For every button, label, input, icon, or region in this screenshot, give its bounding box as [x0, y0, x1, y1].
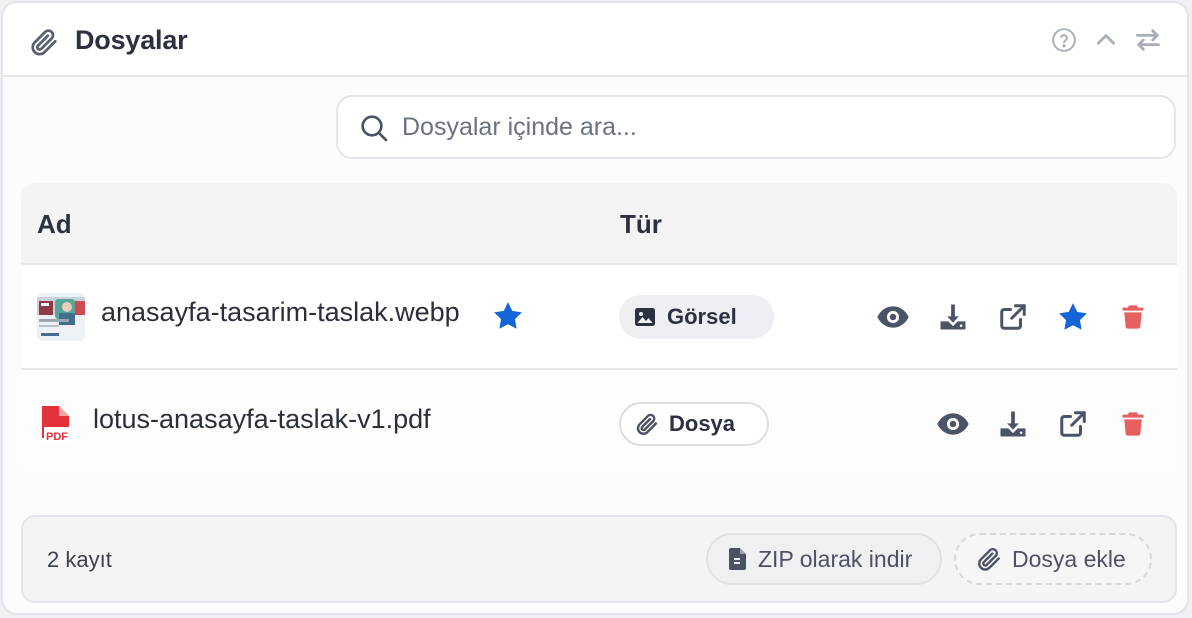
delete-button[interactable] [1115, 406, 1151, 442]
file-thumbnail [37, 293, 85, 341]
record-count: 2 kayıt [47, 547, 112, 572]
panel-footer: 2 kayıt ZIP olarak indir Dosya ekle [21, 515, 1177, 603]
delete-button[interactable] [1115, 299, 1151, 335]
view-button[interactable] [935, 406, 971, 442]
help-button[interactable] [1049, 25, 1079, 55]
image-icon [635, 308, 655, 326]
type-badge-image: Görsel [619, 295, 774, 339]
paperclip-icon [31, 29, 57, 56]
favorite-button[interactable] [1055, 299, 1091, 335]
table-row[interactable]: PDF lotus-anasayfa-taslak-v1.pdf Dosya [21, 372, 1177, 473]
swap-button[interactable] [1133, 25, 1163, 55]
trash-icon [1122, 412, 1144, 436]
table-header: Ad Tür [21, 183, 1177, 265]
file-name[interactable]: anasayfa-tasarim-taslak.webp [101, 297, 460, 328]
download-button[interactable] [995, 406, 1031, 442]
download-button[interactable] [935, 299, 971, 335]
paperclip-icon [636, 413, 658, 435]
search-box[interactable] [336, 95, 1176, 159]
files-table: Ad Tür anasayfa-tasarim-taslak.webp Görs… [21, 183, 1177, 473]
download-icon [1000, 411, 1026, 437]
pdf-file-icon: PDF [39, 406, 75, 444]
download-zip-label: ZIP olarak indir [758, 545, 913, 572]
favorite-star-icon [494, 302, 522, 329]
add-file-button[interactable]: Dosya ekle [954, 533, 1152, 585]
trash-icon [1122, 305, 1144, 329]
add-file-label: Dosya ekle [1012, 545, 1126, 572]
type-label: Dosya [669, 411, 736, 436]
chevron-up-icon [1097, 34, 1115, 45]
external-link-icon [1060, 411, 1086, 437]
search-input[interactable] [402, 107, 1142, 147]
view-button[interactable] [875, 299, 911, 335]
download-zip-button[interactable]: ZIP olarak indir [706, 533, 942, 585]
download-icon [940, 304, 966, 330]
svg-text:PDF: PDF [46, 431, 68, 443]
file-name[interactable]: lotus-anasayfa-taslak-v1.pdf [93, 404, 431, 435]
column-header-name[interactable]: Ad [37, 209, 72, 240]
files-panel: Dosyalar Ad T [1, 1, 1189, 615]
external-link-icon [1000, 304, 1026, 330]
paperclip-icon [978, 547, 1000, 571]
search-icon [361, 115, 388, 142]
column-header-type[interactable]: Tür [620, 209, 662, 240]
table-row[interactable]: anasayfa-tasarim-taslak.webp Görsel [21, 265, 1177, 370]
type-label: Görsel [667, 304, 737, 329]
eye-icon [937, 413, 969, 435]
panel-title: Dosyalar [75, 25, 188, 55]
open-external-button[interactable] [995, 299, 1031, 335]
collapse-button[interactable] [1091, 25, 1121, 55]
file-zip-icon [729, 548, 746, 570]
help-icon [1052, 28, 1076, 52]
swap-icon [1136, 29, 1160, 51]
eye-icon [877, 306, 909, 328]
panel-header: Dosyalar [3, 3, 1187, 77]
open-external-button[interactable] [1055, 406, 1091, 442]
star-icon [1059, 303, 1087, 330]
type-badge-file: Dosya [619, 402, 769, 446]
